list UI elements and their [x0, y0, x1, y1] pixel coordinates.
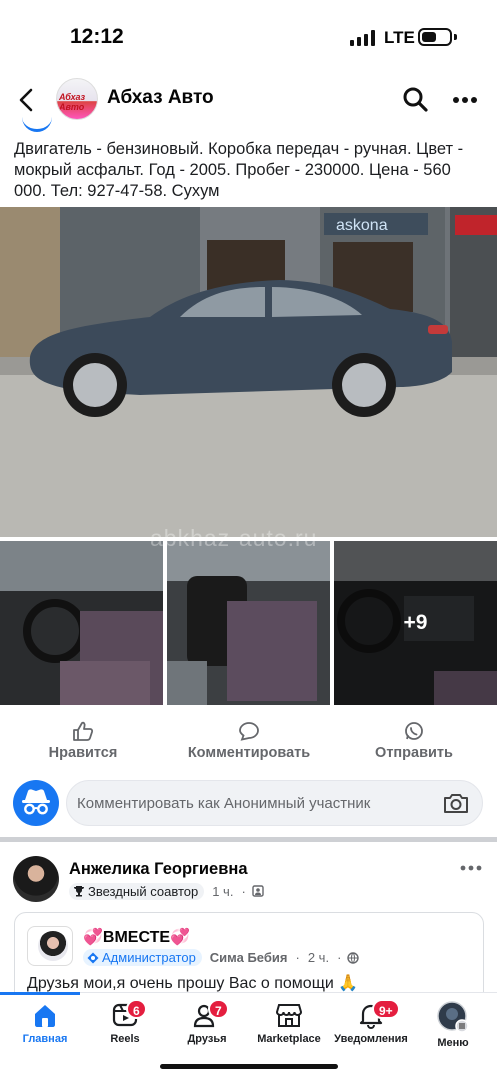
- group-avatar-photo: [38, 931, 68, 961]
- tab-notifications-label: Уведомления: [334, 1033, 408, 1045]
- post-actions: Нравится Комментировать Отправить: [0, 715, 497, 773]
- tab-friends[interactable]: 7 Друзья: [162, 999, 252, 1045]
- shared-post-text: Друзья мои,я очень прошу Вас о помощи 🙏: [27, 975, 359, 992]
- tab-reels[interactable]: 6 Reels: [80, 999, 170, 1045]
- main-photo[interactable]: askona: [0, 207, 497, 537]
- tab-reels-label: Reels: [110, 1033, 140, 1045]
- network-label: LTE: [384, 28, 415, 47]
- store-sign-text: askona: [336, 217, 388, 234]
- like-button[interactable]: Нравится: [44, 715, 122, 762]
- status-time: 12:12: [70, 25, 124, 48]
- page-avatar[interactable]: Абхаз Авто: [56, 78, 98, 120]
- tab-home-label: Главная: [22, 1033, 68, 1045]
- group-audience-icon: [252, 885, 264, 897]
- post-time: 1 ч.: [212, 883, 234, 899]
- photo-watermark: abkhaz-auto.ru: [150, 525, 318, 551]
- active-tab-indicator: [0, 992, 80, 995]
- admin-label: Администратор: [102, 950, 196, 965]
- trophy-icon: [74, 886, 84, 897]
- comment-composer: Комментировать как Анонимный участник: [0, 778, 497, 828]
- photo-thumbnail-1[interactable]: [0, 541, 163, 705]
- battery-icon: [418, 28, 452, 46]
- tab-home[interactable]: Главная: [0, 1001, 90, 1045]
- shared-time: 2 ч.: [307, 950, 330, 965]
- post-text: Двигатель - бензиновый. Коробка передач …: [14, 140, 464, 200]
- friends-badge: 7: [208, 999, 229, 1019]
- tab-notifications[interactable]: 9+ Уведомления: [326, 999, 416, 1045]
- comment-bubble-icon: [239, 722, 259, 741]
- comment-button[interactable]: Комментировать: [180, 715, 318, 762]
- admin-shield-icon: [87, 952, 99, 963]
- more-photos-count[interactable]: +9: [334, 541, 497, 705]
- notifications-badge: 9+: [372, 999, 400, 1019]
- camera-icon[interactable]: [443, 792, 469, 814]
- avatar-logo-text: Абхаз Авто: [59, 92, 86, 112]
- tab-marketplace-label: Marketplace: [257, 1033, 321, 1045]
- meta-separator-3: ·: [337, 950, 342, 965]
- search-icon[interactable]: [402, 86, 428, 112]
- like-label: Нравится: [48, 745, 118, 761]
- interior-illustration-1: [0, 541, 163, 705]
- tab-menu[interactable]: Меню: [408, 1001, 497, 1049]
- meta-separator: ·: [241, 883, 246, 899]
- reels-badge: 6: [126, 999, 147, 1019]
- photo-thumbnail-2[interactable]: [167, 541, 330, 705]
- author-name[interactable]: Анжелика Георгиевна: [69, 860, 248, 879]
- car-photo-illustration: askona: [0, 207, 497, 537]
- battery-tip: [454, 34, 457, 40]
- contributor-badge: Звездный соавтор: [69, 882, 205, 900]
- page-title[interactable]: Абхаз Авто: [107, 87, 214, 109]
- group-avatar[interactable]: [27, 926, 73, 966]
- admin-badge: Администратор: [83, 949, 202, 966]
- tab-marketplace[interactable]: Marketplace: [244, 1001, 334, 1045]
- signal-icon: [350, 30, 375, 46]
- more-options-icon[interactable]: [452, 96, 478, 104]
- send-whatsapp-button[interactable]: Отправить: [370, 715, 458, 762]
- badge-label: Звездный соавтор: [88, 883, 199, 899]
- tab-friends-label: Друзья: [187, 1033, 227, 1045]
- status-bar: 12:12 LTE: [0, 0, 497, 70]
- anonymous-avatar: [13, 780, 59, 826]
- comment-placeholder: Комментировать как Анонимный участник: [77, 795, 371, 812]
- meta-separator-2: ·: [295, 950, 300, 965]
- marketplace-icon: [275, 1004, 303, 1027]
- home-icon: [35, 1005, 55, 1027]
- page-header: Абхаз Авто Абхаз Авто: [0, 70, 497, 130]
- shared-author[interactable]: Сима Бебия: [210, 950, 288, 965]
- back-arrow-icon[interactable]: [16, 87, 38, 113]
- comment-label: Комментировать: [187, 745, 311, 761]
- author-meta: Звездный соавтор 1 ч. ·: [69, 882, 264, 900]
- thumbs-up-icon: [73, 721, 94, 741]
- author-avatar[interactable]: [13, 856, 59, 902]
- home-indicator: [160, 1064, 338, 1069]
- interior-illustration-2: [167, 541, 330, 705]
- send-label: Отправить: [375, 745, 453, 761]
- group-name[interactable]: 💞ВМЕСТЕ💞: [83, 927, 190, 947]
- whatsapp-icon: [405, 722, 423, 740]
- comment-input[interactable]: Комментировать как Анонимный участник: [66, 780, 483, 826]
- post-more-icon[interactable]: [460, 865, 482, 871]
- profile-menu-avatar: [437, 1001, 469, 1033]
- shared-meta: Администратор Сима Бебия · 2 ч. ·: [83, 949, 360, 966]
- globe-icon: [347, 951, 360, 964]
- feed-post-2: Анжелика Георгиевна Звездный соавтор 1 ч…: [0, 842, 497, 1012]
- photo-thumbnail-3[interactable]: +9: [334, 541, 497, 705]
- tab-menu-label: Меню: [437, 1037, 469, 1049]
- anonymous-spy-icon: [22, 789, 50, 815]
